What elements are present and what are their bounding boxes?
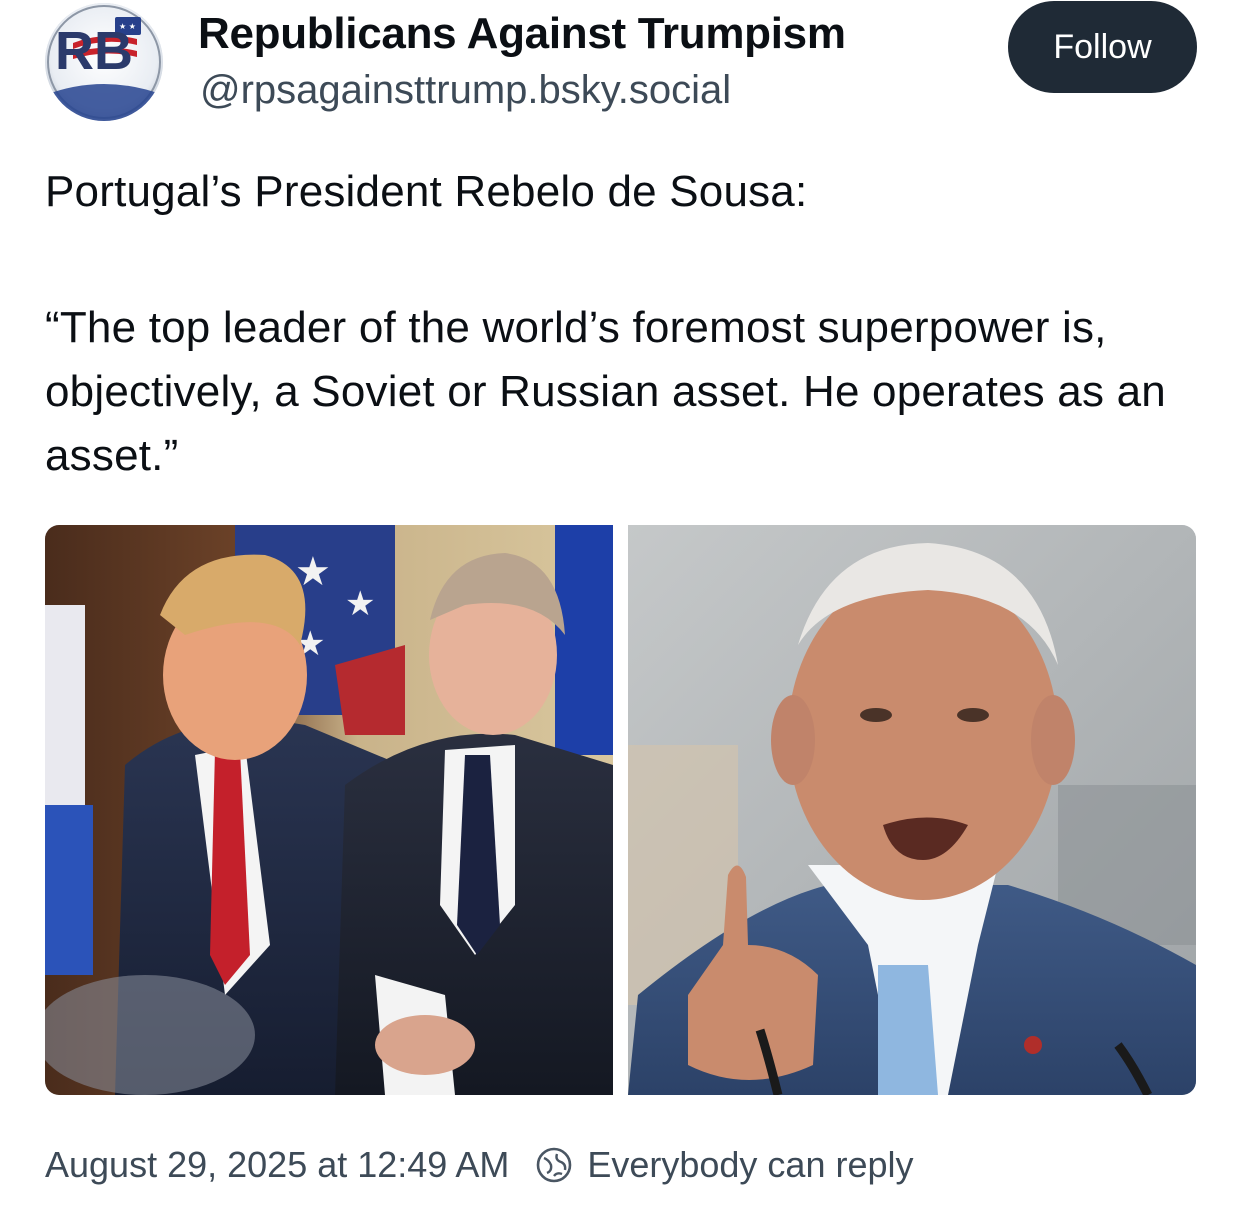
- timestamp[interactable]: August 29, 2025 at 12:49 AM: [45, 1144, 509, 1186]
- follow-button[interactable]: Follow: [1008, 1, 1197, 93]
- handle[interactable]: @rpsagainsttrump.bsky.social: [200, 66, 731, 114]
- avatar-logo: ★ ★ RB: [45, 3, 163, 121]
- photo-left[interactable]: ★ ★ ★: [45, 525, 613, 1095]
- post-text: Portugal’s President Rebelo de Sousa: “T…: [45, 160, 1205, 488]
- avatar[interactable]: ★ ★ RB: [45, 3, 163, 121]
- svg-text:★: ★: [345, 584, 375, 624]
- post-line-1: Portugal’s President Rebelo de Sousa:: [45, 167, 808, 216]
- photo-right[interactable]: [628, 525, 1196, 1095]
- globe-icon: [535, 1146, 573, 1184]
- svg-text:RB: RB: [55, 21, 133, 81]
- photo-two-leaders: ★ ★ ★: [45, 525, 613, 1095]
- post-quote: “The top leader of the world’s foremost …: [45, 303, 1166, 480]
- display-name[interactable]: Republicans Against Trumpism: [198, 8, 846, 60]
- post-meta: August 29, 2025 at 12:49 AM Everybody ca…: [45, 1138, 914, 1192]
- reply-setting[interactable]: Everybody can reply: [587, 1144, 913, 1186]
- photo-speaking-man: [628, 525, 1196, 1095]
